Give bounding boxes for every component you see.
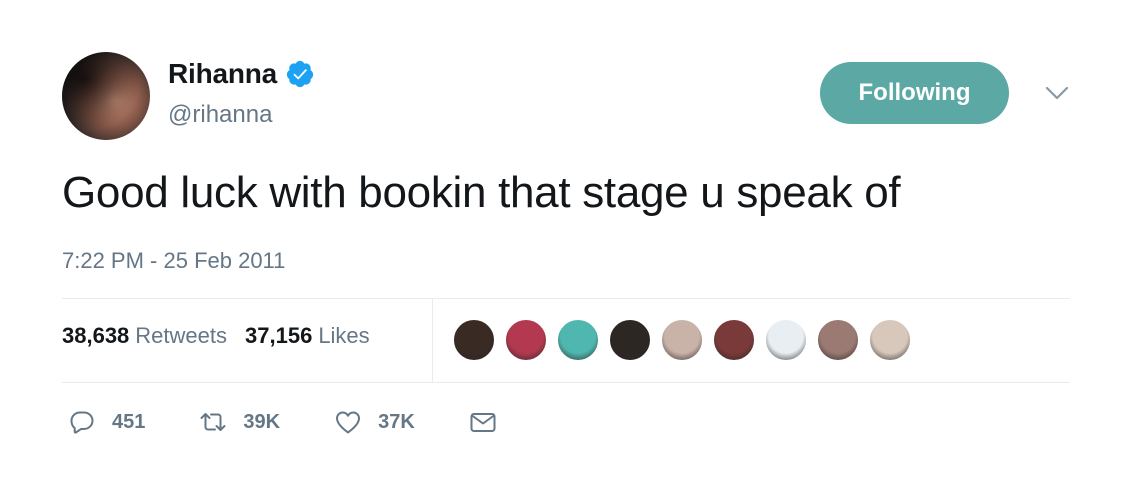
liker-avatar[interactable] (816, 318, 860, 362)
heart-icon (336, 411, 361, 434)
reply-action[interactable]: 451 (68, 408, 145, 436)
liker-avatar[interactable] (764, 318, 808, 362)
avatar-shade (62, 52, 150, 140)
direct-message-action[interactable] (469, 408, 497, 436)
chevron-down-icon[interactable] (1044, 84, 1070, 102)
tweet-timestamp[interactable]: 7:22 PM - 25 Feb 2011 (62, 248, 285, 274)
likes-stat[interactable]: 37,156 Likes (245, 323, 370, 349)
retweet-count: 39K (243, 410, 281, 433)
like-count: 37K (378, 410, 415, 433)
retweets-count: 38,638 (62, 323, 130, 348)
liker-avatar[interactable] (712, 318, 756, 362)
retweet-icon (200, 413, 226, 431)
divider-vertical (432, 298, 433, 382)
tweet-text: Good luck with bookin that stage u speak… (62, 168, 901, 217)
divider-top (62, 298, 1070, 299)
reply-icon (70, 411, 94, 434)
liker-avatar[interactable] (556, 318, 600, 362)
liker-avatar[interactable] (868, 318, 912, 362)
liker-avatar[interactable] (660, 318, 704, 362)
liker-avatar[interactable] (608, 318, 652, 362)
following-button[interactable]: Following (820, 62, 1009, 124)
liker-avatar[interactable] (504, 318, 548, 362)
verified-badge-icon (286, 60, 314, 88)
retweets-label: Retweets (135, 323, 228, 348)
avatar[interactable] (62, 52, 150, 140)
liker-avatar[interactable] (452, 318, 496, 362)
tweet-stats: 38,638 Retweets 37,156 Likes (62, 323, 370, 349)
display-name[interactable]: Rihanna (168, 58, 277, 90)
divider-bottom (62, 382, 1070, 383)
envelope-icon (470, 413, 496, 432)
tweet-card: Rihanna @rihanna Following Good luck wit… (0, 0, 1136, 490)
likes-label: Likes (318, 323, 370, 348)
user-handle[interactable]: @rihanna (168, 101, 272, 129)
name-row: Rihanna (168, 58, 315, 90)
liker-avatars (452, 318, 920, 362)
reply-count: 451 (112, 410, 146, 433)
like-action[interactable]: 37K (334, 408, 415, 436)
action-bar: 451 39K 37K (68, 408, 551, 436)
likes-count: 37,156 (245, 323, 313, 348)
retweets-stat[interactable]: 38,638 Retweets (62, 323, 227, 349)
retweet-action[interactable]: 39K (199, 408, 280, 436)
